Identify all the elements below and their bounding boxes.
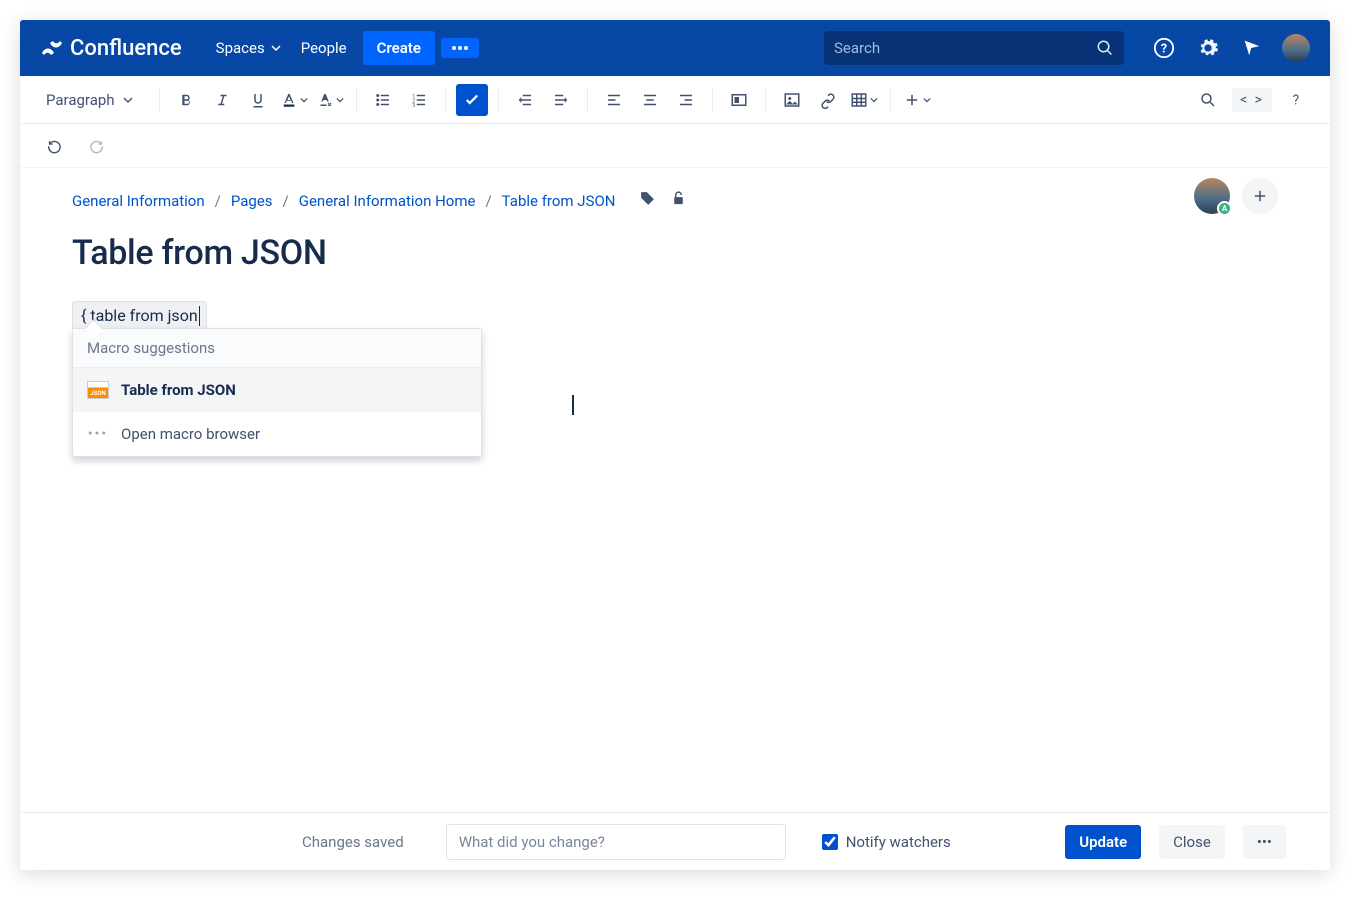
layout-button[interactable] [723, 84, 755, 116]
avatar-status-badge: A [1217, 201, 1232, 216]
underline-button[interactable] [242, 84, 274, 116]
bold-button[interactable] [170, 84, 202, 116]
global-search[interactable] [824, 31, 1124, 65]
editor-toolbar: Paragraph 123 < > ? [20, 76, 1330, 124]
search-input[interactable] [834, 39, 1096, 57]
find-button[interactable] [1192, 84, 1224, 116]
notifications-icon[interactable] [1238, 34, 1266, 62]
invite-button[interactable] [1242, 178, 1278, 214]
open-macro-browser[interactable]: ••• Open macro browser [73, 412, 481, 456]
block-style-dropdown[interactable]: Paragraph [38, 87, 141, 113]
svg-text:?: ? [1161, 42, 1167, 57]
save-status: Changes saved [302, 833, 404, 851]
page-title[interactable]: Table from JSON [72, 233, 1278, 273]
product-logo[interactable]: Confluence [40, 36, 182, 61]
align-right-button[interactable] [670, 84, 702, 116]
task-list-button[interactable] [456, 84, 488, 116]
global-header: Confluence Spaces People Create ? [20, 20, 1330, 76]
editor-toolbar-secondary [20, 124, 1330, 168]
bullet-list-button[interactable] [367, 84, 399, 116]
breadcrumb-item[interactable]: General Information [72, 192, 205, 210]
text-color-button[interactable] [278, 84, 310, 116]
indent-button[interactable] [545, 84, 577, 116]
source-toggle[interactable]: < > [1232, 88, 1272, 112]
image-button[interactable] [776, 84, 808, 116]
svg-text:3: 3 [412, 102, 415, 108]
json-macro-icon [87, 380, 109, 400]
editor-footer: Changes saved Notify watchers Update Clo… [20, 812, 1330, 870]
insert-more-button[interactable] [901, 84, 933, 116]
outdent-button[interactable] [509, 84, 541, 116]
editor-avatar[interactable]: A [1194, 178, 1230, 214]
numbered-list-button[interactable]: 123 [403, 84, 435, 116]
table-button[interactable] [848, 84, 880, 116]
link-button[interactable] [812, 84, 844, 116]
breadcrumb-item[interactable]: Table from JSON [502, 192, 616, 210]
italic-button[interactable] [206, 84, 238, 116]
close-button[interactable]: Close [1159, 825, 1225, 859]
notify-watchers-label: Notify watchers [846, 833, 951, 851]
ellipsis-icon: ••• [87, 424, 109, 444]
footer-more-button[interactable]: ••• [1243, 825, 1286, 859]
dropdown-heading: Macro suggestions [73, 329, 481, 368]
svg-text:?: ? [1293, 92, 1299, 108]
product-name: Confluence [70, 36, 182, 61]
user-avatar[interactable] [1282, 34, 1310, 62]
undo-button[interactable] [38, 130, 70, 162]
labels-icon[interactable] [639, 190, 656, 211]
create-button[interactable]: Create [363, 31, 435, 65]
breadcrumb-item[interactable]: General Information Home [299, 192, 476, 210]
restrictions-icon[interactable] [670, 190, 687, 211]
breadcrumb-item[interactable]: Pages [231, 192, 273, 210]
breadcrumb: General Information/ Pages/ General Info… [72, 190, 1278, 211]
help-icon[interactable]: ? [1150, 34, 1178, 62]
version-comment-input[interactable] [446, 824, 786, 860]
editor-content[interactable]: A General Information/ Pages/ General In… [20, 168, 1330, 812]
macro-suggestion-item[interactable]: Table from JSON [73, 368, 481, 412]
nav-people[interactable]: People [291, 31, 357, 65]
redo-button[interactable] [80, 130, 112, 162]
text-cursor [572, 395, 574, 415]
notify-watchers-checkbox[interactable] [822, 834, 838, 850]
align-center-button[interactable] [634, 84, 666, 116]
align-left-button[interactable] [598, 84, 630, 116]
macro-suggestions-dropdown: Macro suggestions Table from JSON ••• Op… [72, 328, 482, 457]
editor-help-button[interactable]: ? [1280, 84, 1312, 116]
settings-icon[interactable] [1194, 34, 1222, 62]
clear-formatting-button[interactable] [314, 84, 346, 116]
nav-spaces[interactable]: Spaces [206, 31, 291, 65]
update-button[interactable]: Update [1065, 825, 1141, 859]
more-menu[interactable] [441, 38, 479, 58]
